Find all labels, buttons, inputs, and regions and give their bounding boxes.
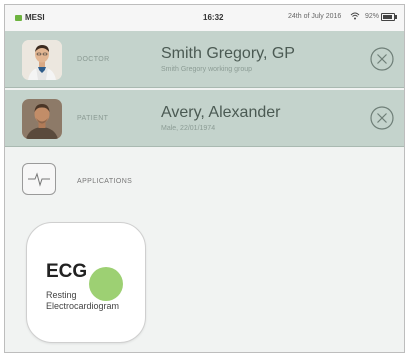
carrier-name: MESI [25,13,45,22]
doctor-name: Smith Gregory, GP [161,45,295,62]
tile-title: ECG [46,261,88,282]
doctor-avatar [22,40,62,80]
doctor-group: Smith Gregory working group [161,66,253,73]
carrier-icon [15,14,22,21]
patient-avatar [22,99,62,139]
touch-indicator [89,267,123,301]
status-time: 16:32 [203,13,224,22]
patient-label: PATIENT [77,115,109,122]
doctor-label: DOCTOR [77,56,110,63]
doctor-row[interactable]: DOCTOR Smith Gregory, GP Smith Gregory w… [5,31,404,88]
patient-details: Male, 22/01/1974 [161,125,216,132]
battery-percent: 92% [365,13,380,20]
tile-subtitle-line2: Electrocardiogram [46,301,120,311]
battery-level [383,15,393,19]
doctor-close-button[interactable] [370,47,394,71]
ecg-app-tile[interactable]: ECG Resting Electrocardiogram [26,222,146,343]
close-icon [370,47,394,71]
status-date: 24th of July 2016 [288,13,342,20]
battery-icon [381,13,397,21]
applications-label: APPLICATIONS [77,178,133,185]
patient-name: Avery, Alexander [161,104,281,121]
patient-row[interactable]: PATIENT Avery, Alexander Male, 22/01/197… [5,90,404,147]
status-bar: MESI 16:32 24th of July 2016 92% [5,5,404,31]
applications-section: APPLICATIONS [5,150,404,208]
app-window: MESI 16:32 24th of July 2016 92% DOCTOR … [4,4,405,353]
patient-close-button[interactable] [370,106,394,130]
wifi-icon [350,12,360,22]
ecg-wave-icon [22,163,56,195]
carrier: MESI [15,13,45,22]
close-icon [370,106,394,130]
